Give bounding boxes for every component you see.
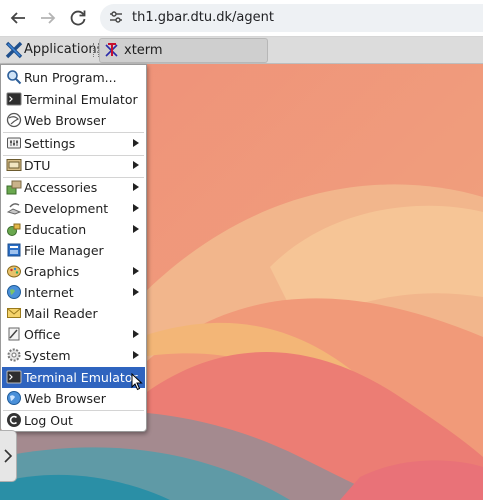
terminal-icon	[6, 370, 22, 384]
menu-item-log-out[interactable]: Log Out	[2, 410, 145, 431]
arrow-right-icon	[41, 12, 56, 24]
menu-item-label: Settings	[24, 136, 76, 151]
menu-item-label: Web Browser	[24, 113, 106, 128]
applications-label: Applications	[24, 42, 104, 57]
menu-item-terminal-emulator-selected[interactable]: Terminal Emulator	[2, 367, 145, 388]
accessories-icon	[6, 180, 22, 195]
xterm-icon	[105, 43, 118, 57]
menu-item-internet[interactable]: Internet	[2, 282, 145, 303]
menu-item-file-manager[interactable]: File Manager	[2, 240, 145, 261]
internet-icon	[7, 285, 21, 299]
menu-item-label: Graphics	[24, 264, 80, 279]
menu-item-web-browser-2[interactable]: Web Browser	[2, 388, 145, 409]
submenu-arrow-icon	[133, 225, 139, 233]
browser-toolbar: th1.gbar.dtu.dk/agent	[0, 0, 483, 37]
search-icon	[7, 70, 22, 85]
menu-item-label: Development	[24, 201, 109, 216]
menu-item-label: Log Out	[24, 413, 73, 428]
xfce-logo-icon	[5, 41, 23, 59]
menu-item-label: DTU	[24, 158, 51, 173]
side-panel-expand-tab[interactable]	[0, 430, 17, 482]
submenu-arrow-icon	[133, 139, 139, 147]
chevron-right-icon	[4, 449, 13, 463]
globe-icon	[7, 391, 21, 405]
logout-icon	[7, 413, 21, 427]
menu-item-system[interactable]: System	[2, 345, 145, 366]
menu-item-label: Internet	[24, 285, 74, 300]
menu-item-label: File Manager	[24, 243, 104, 258]
menu-item-web-browser[interactable]: Web Browser	[2, 110, 145, 131]
menu-item-settings[interactable]: Settings	[2, 133, 145, 154]
submenu-arrow-icon	[133, 161, 139, 169]
office-icon	[8, 327, 20, 341]
forward-button[interactable]	[36, 6, 60, 30]
settings-icon	[7, 137, 21, 149]
submenu-arrow-icon	[133, 267, 139, 275]
menu-item-graphics[interactable]: Graphics	[2, 261, 145, 282]
submenu-arrow-icon	[133, 351, 139, 359]
menu-item-education[interactable]: Education	[2, 219, 145, 240]
menu-item-dtu[interactable]: DTU	[2, 155, 145, 176]
reload-button[interactable]	[66, 6, 90, 30]
menu-item-label: System	[24, 348, 71, 363]
submenu-arrow-icon	[133, 183, 139, 191]
reload-icon	[70, 10, 86, 26]
education-icon	[7, 223, 21, 236]
menu-item-accessories[interactable]: Accessories	[2, 177, 145, 198]
submenu-arrow-icon	[133, 288, 139, 296]
submenu-arrow-icon	[133, 204, 139, 212]
file-manager-icon	[7, 243, 21, 257]
menu-item-label: Terminal Emulator	[24, 92, 138, 107]
top-panel: Applications xterm	[0, 37, 483, 64]
menu-item-label: Mail Reader	[24, 306, 98, 321]
site-settings-icon[interactable]	[108, 9, 124, 25]
arrow-left-icon	[10, 12, 25, 24]
terminal-icon	[6, 92, 22, 106]
mouse-pointer-icon	[131, 373, 143, 391]
submenu-arrow-icon	[133, 330, 139, 338]
address-bar[interactable]: th1.gbar.dtu.dk/agent	[100, 4, 483, 32]
globe-icon	[6, 112, 22, 128]
development-icon	[6, 203, 22, 215]
back-button[interactable]	[6, 6, 30, 30]
menu-item-label: Run Program...	[24, 70, 117, 85]
system-gear-icon	[7, 348, 21, 362]
menu-item-label: Education	[24, 222, 87, 237]
applications-menu-button[interactable]: Applications	[2, 38, 103, 62]
menu-item-label: Terminal Emulator	[24, 370, 138, 385]
menu-item-office[interactable]: Office	[2, 324, 145, 345]
taskbar-xterm-button[interactable]: xterm	[99, 38, 268, 63]
taskbar-xterm-label: xterm	[124, 43, 163, 58]
menu-item-label: Web Browser	[24, 391, 106, 406]
menu-item-run-program[interactable]: Run Program...	[2, 67, 145, 88]
menu-item-label: Accessories	[24, 180, 98, 195]
menu-item-terminal-emulator[interactable]: Terminal Emulator	[2, 89, 145, 110]
graphics-icon	[7, 265, 21, 278]
menu-item-label: Office	[24, 327, 61, 342]
url-text: th1.gbar.dtu.dk/agent	[132, 10, 274, 25]
dtu-icon	[6, 159, 22, 171]
menu-item-mail-reader[interactable]: Mail Reader	[2, 303, 145, 324]
menu-item-development[interactable]: Development	[2, 198, 145, 219]
mail-icon	[7, 308, 21, 318]
applications-menu: Run Program... Terminal Emulator Web Bro…	[0, 64, 147, 432]
